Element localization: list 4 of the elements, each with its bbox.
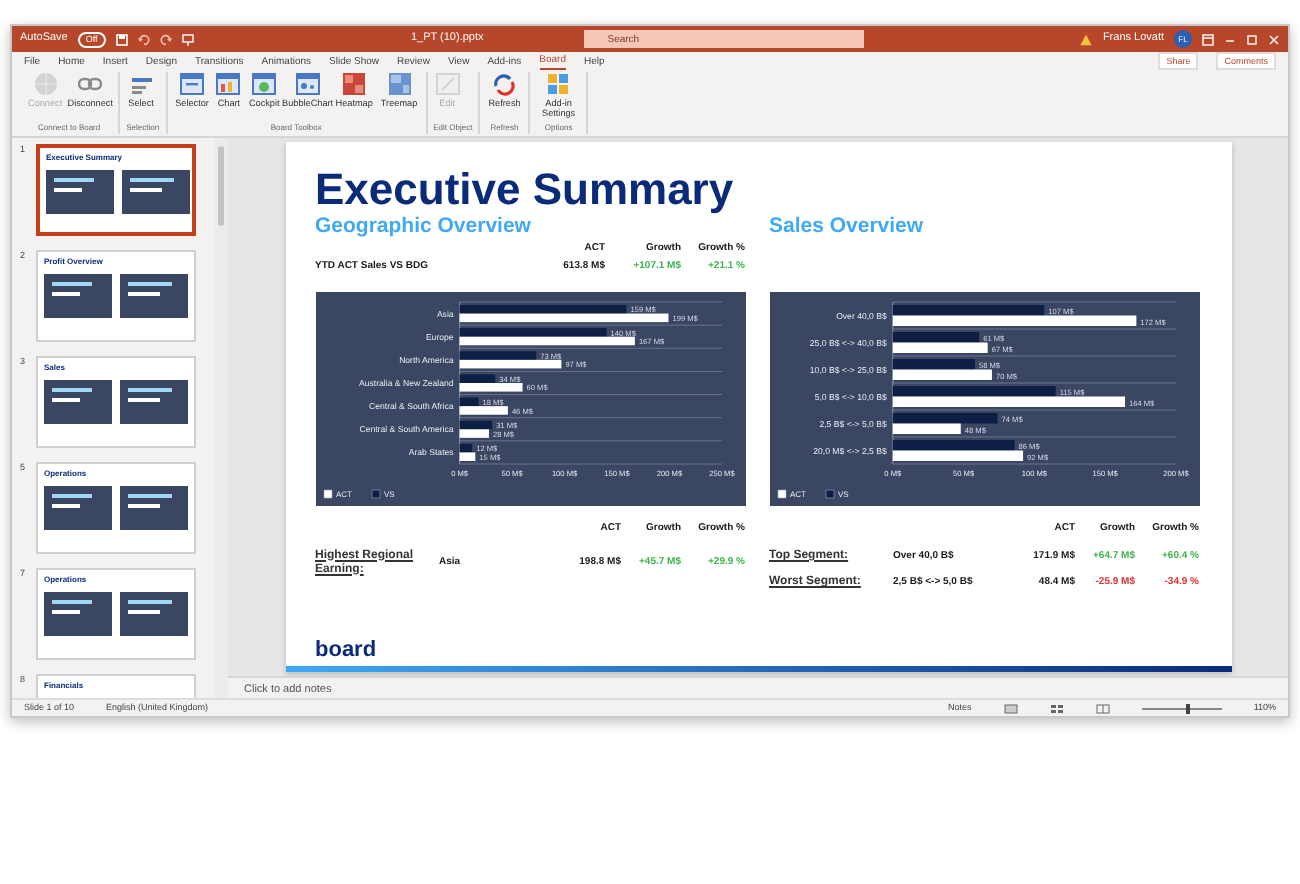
board-logo: board: [315, 635, 379, 665]
section-heading: Sales Overview: [769, 214, 926, 240]
slide-title: Executive Summary: [315, 166, 736, 214]
section-heading: Geographic Overview: [315, 214, 533, 240]
